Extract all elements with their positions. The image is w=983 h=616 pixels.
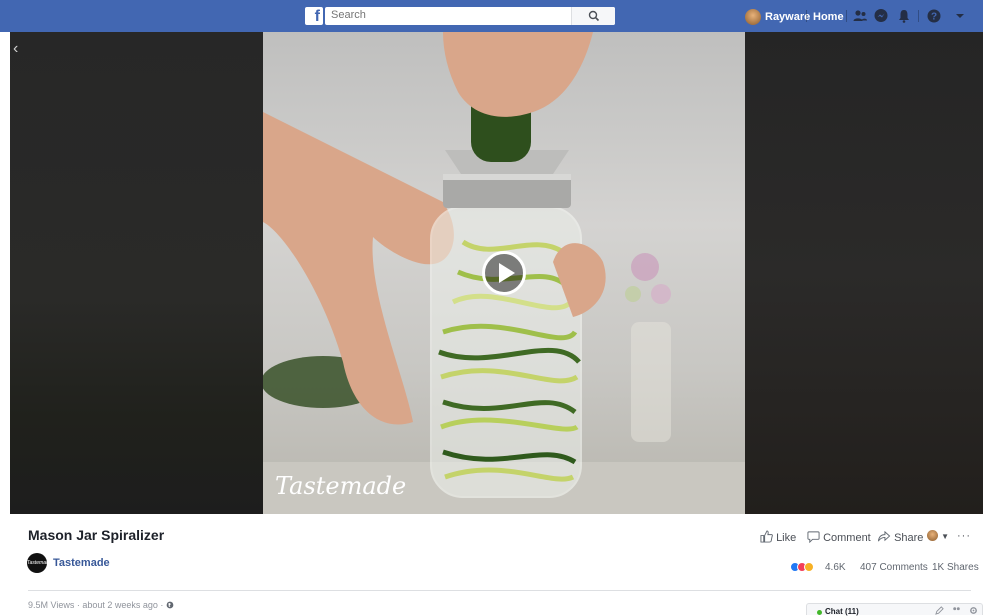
video-watermark: Tastemade [275,472,407,500]
online-status-dot [817,610,822,615]
video-viewer: ‹ Tastemade [10,32,983,514]
divider [28,590,971,591]
dropdown-icon[interactable] [952,8,968,24]
page-name-link[interactable]: Tastemade [53,557,110,569]
share-button[interactable]: Share [877,530,923,544]
video-title: Mason Jar Spiralizer [28,527,165,543]
search-box[interactable] [325,7,615,25]
home-link[interactable]: Home [813,11,844,23]
svg-text:?: ? [931,12,937,23]
avatar [927,530,938,541]
page-avatar[interactable]: Tastemade [27,553,52,573]
viewer-right-backdrop [745,32,983,514]
share-label: Share [894,532,924,544]
nav-divider [806,10,807,22]
comment-button[interactable]: Comment [807,530,871,544]
facebook-logo-icon[interactable]: f [305,7,323,25]
search-button[interactable] [571,7,615,25]
like-button[interactable]: Like [760,530,796,544]
search-icon [588,10,600,22]
top-navigation-bar: f Rayware Home ? [0,0,983,32]
globe-icon [166,601,174,609]
like-label: Like [776,532,797,544]
shares-count[interactable]: 1K Shares [932,562,979,573]
like-icon [760,530,773,543]
settings-icon[interactable] [969,606,978,615]
compose-icon[interactable] [935,606,944,615]
profile-link[interactable]: Rayware [765,11,810,23]
notifications-icon[interactable] [896,8,912,24]
nav-divider [918,10,919,22]
share-icon [877,530,891,542]
post-meta: 9.5M Views · about 2 weeks ago · [28,600,174,610]
friends-icon[interactable] [852,8,868,24]
more-icon[interactable]: ··· [957,530,971,542]
reaction-count[interactable]: 4.6K [825,562,846,573]
comment-label: Comment [823,532,871,544]
comment-icon [807,531,820,544]
help-icon[interactable]: ? [926,8,942,24]
messenger-icon[interactable] [873,8,889,24]
views-and-time: 9.5M Views · about 2 weeks ago · [28,600,164,610]
comments-count[interactable]: 407 Comments [860,562,928,573]
user-avatar[interactable] [745,9,761,25]
add-people-icon[interactable] [952,606,961,615]
search-input[interactable] [331,9,581,21]
audience-selector[interactable]: ▼ [927,530,949,542]
play-icon[interactable] [482,251,526,295]
back-chevron-icon[interactable]: ‹ [13,40,18,58]
viewer-left-backdrop [10,32,263,514]
video-player[interactable]: Tastemade [263,32,745,514]
wow-reaction-icon [804,562,814,572]
chat-bar[interactable]: Chat (11) [806,603,983,616]
nav-divider [846,10,847,22]
caret-down-icon: ▼ [941,532,949,541]
